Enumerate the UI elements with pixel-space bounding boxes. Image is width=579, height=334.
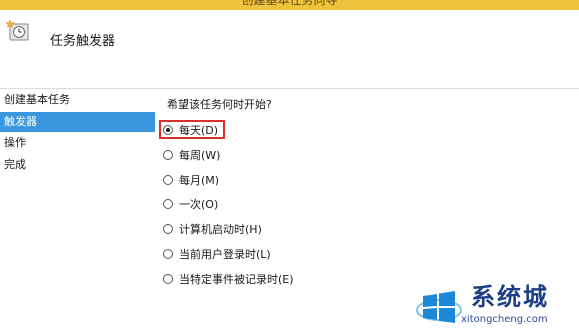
radio-at-logon-circle[interactable] [163,249,173,259]
wizard-window: 创建基本任务向导 任务触发器 创建基本任务 触发器 操作 完成 希望该任务何时开… [0,0,579,334]
radio-once-circle[interactable] [163,199,173,209]
sidebar-item-action[interactable]: 操作 [0,133,155,153]
radio-once-label: 一次(O) [179,198,219,211]
watermark-name: 系统城 [471,283,549,311]
wizard-steps-sidebar: 创建基本任务 触发器 操作 完成 [0,90,155,334]
radio-at-logon[interactable]: 当前用户登录时(L) [163,244,271,264]
task-clock-icon [5,19,29,41]
radio-weekly-label: 每周(W) [179,149,221,162]
radio-at-startup[interactable]: 计算机启动时(H) [163,219,262,239]
windows-logo-icon [416,291,462,323]
radio-monthly[interactable]: 每月(M) [163,170,219,190]
radio-once[interactable]: 一次(O) [163,194,218,214]
sidebar-item-trigger[interactable]: 触发器 [0,112,155,132]
page-title: 任务触发器 [50,34,116,49]
site-watermark: 系统城 xitongcheng.com [415,282,575,330]
window-title: 创建基本任务向导 [241,0,338,7]
radio-monthly-label: 每月(M) [179,174,220,187]
watermark-url: xitongcheng.com [461,314,548,325]
trigger-question: 希望该任务何时开始? [167,98,272,111]
radio-weekly[interactable]: 每周(W) [163,145,220,165]
radio-on-event-circle[interactable] [163,274,173,284]
highlight-box [159,120,225,139]
wizard-header: 任务触发器 [0,10,579,89]
radio-on-event[interactable]: 当特定事件被记录时(E) [163,269,294,289]
radio-at-startup-label: 计算机启动时(H) [179,223,262,236]
radio-on-event-label: 当特定事件被记录时(E) [179,273,294,286]
radio-at-startup-circle[interactable] [163,224,173,234]
radio-at-logon-label: 当前用户登录时(L) [179,248,271,261]
radio-monthly-circle[interactable] [163,175,173,185]
title-bar[interactable]: 创建基本任务向导 [0,0,579,10]
sidebar-item-finish[interactable]: 完成 [0,155,155,175]
radio-weekly-circle[interactable] [163,150,173,160]
sidebar-item-create-basic-task[interactable]: 创建基本任务 [0,90,155,110]
